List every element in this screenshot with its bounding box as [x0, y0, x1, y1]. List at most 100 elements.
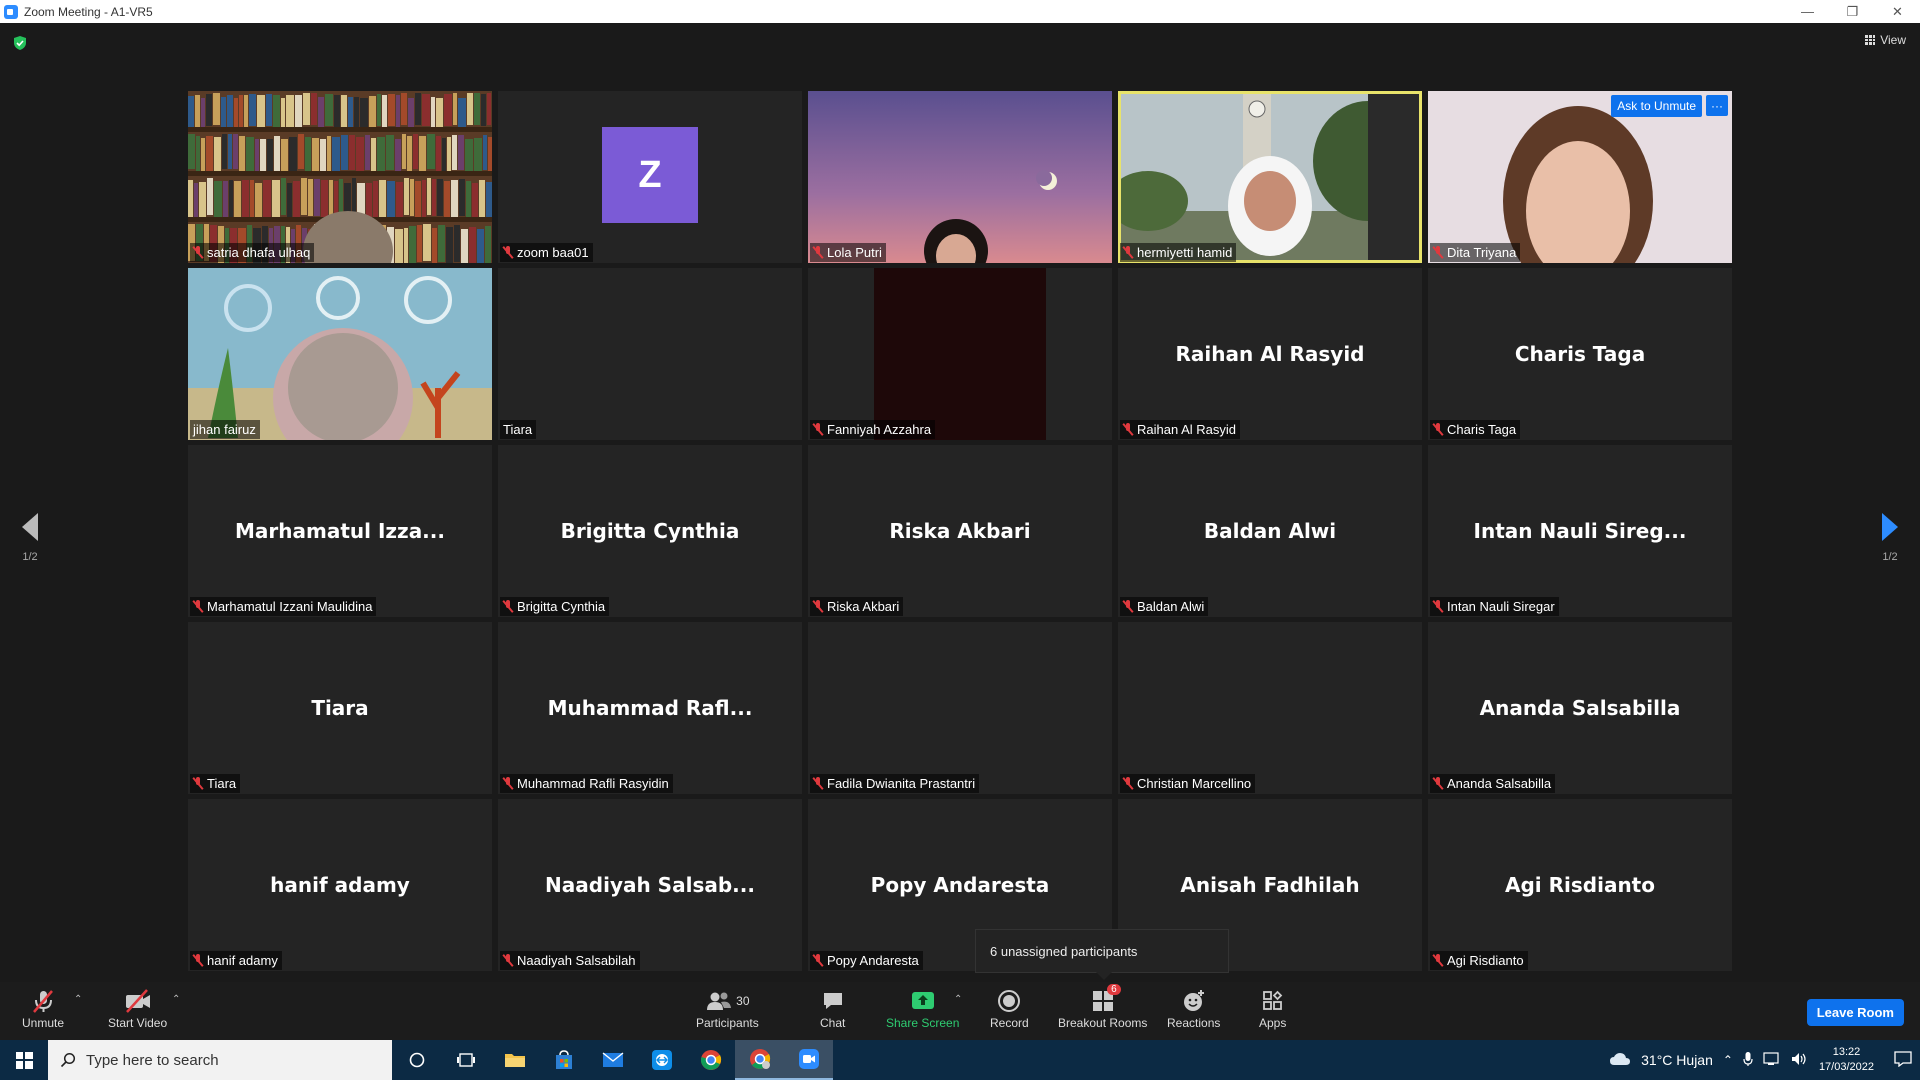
weather-cloud-icon[interactable]	[1609, 1051, 1631, 1069]
participant-tile-active-speaker[interactable]: hermiyetti hamid	[1118, 91, 1422, 263]
book-spine	[201, 98, 205, 130]
participant-tile[interactable]: Marhamatul Izza... Marhamatul Izzani Mau…	[188, 445, 492, 617]
taskbar-search-input[interactable]: Type here to search	[48, 1040, 392, 1080]
apps-button[interactable]: Apps	[1259, 988, 1286, 1030]
participant-tile[interactable]: Riska Akbari Riska Akbari	[808, 445, 1112, 617]
book-spine	[467, 93, 473, 125]
book-spine	[314, 179, 320, 216]
participant-tile[interactable]: Tiara	[498, 268, 802, 440]
notification-icon[interactable]	[1894, 1050, 1912, 1070]
participant-tile[interactable]: Z zoom baa01	[498, 91, 802, 263]
share-options-caret-icon[interactable]: ⌃	[954, 994, 962, 1005]
close-button[interactable]: ✕	[1875, 0, 1920, 23]
record-button[interactable]: Record	[990, 988, 1029, 1030]
book-spine	[195, 95, 200, 127]
book-spine	[485, 226, 491, 263]
participant-tile[interactable]: Ananda Salsabilla Ananda Salsabilla	[1428, 622, 1732, 794]
previous-page-button[interactable]: 1/2	[10, 513, 50, 563]
window-controls: — ❐ ✕	[1785, 0, 1920, 23]
participant-name-label: hermiyetti hamid	[1120, 243, 1237, 262]
participant-tile[interactable]: Charis Taga Charis Taga	[1428, 268, 1732, 440]
share-screen-button[interactable]: Share Screen	[886, 988, 959, 1030]
weather-text[interactable]: 31°C Hujan	[1641, 1052, 1713, 1068]
participant-tile[interactable]: Fadila Dwianita Prastantri	[808, 622, 1112, 794]
book-spine	[281, 139, 288, 174]
book-spine	[196, 136, 200, 171]
participant-tile[interactable]: Agi Risdianto Agi Risdianto	[1428, 799, 1732, 971]
mail-icon[interactable]	[588, 1040, 637, 1080]
book-spine	[349, 135, 355, 170]
participant-tile[interactable]: Muhammad Rafl... Muhammad Rafli Rasyidin	[498, 622, 802, 794]
book-spine	[413, 134, 418, 169]
next-page-button[interactable]: 1/2	[1870, 513, 1910, 563]
book-spine	[233, 134, 238, 169]
breakout-rooms-button[interactable]: 6 Breakout Rooms	[1058, 984, 1147, 1030]
apps-icon	[1262, 988, 1284, 1014]
participant-tile[interactable]: satria dhafa ulhaq	[188, 91, 492, 263]
muted-mic-icon	[193, 600, 203, 613]
participant-tile[interactable]: Fanniyah Azzahra	[808, 268, 1112, 440]
zoom-taskbar-icon[interactable]	[784, 1040, 833, 1080]
participant-tile[interactable]: Baldan Alwi Baldan Alwi	[1118, 445, 1422, 617]
file-explorer-icon[interactable]	[490, 1040, 539, 1080]
book-spine	[246, 137, 254, 172]
book-spine	[452, 135, 457, 170]
participant-tile[interactable]: Naadiyah Salsab... Naadiyah Salsabilah	[498, 799, 802, 971]
participant-tile[interactable]: Tiara Tiara	[188, 622, 492, 794]
grid-view-icon	[1865, 35, 1876, 45]
book-spine	[438, 225, 445, 262]
participant-tile[interactable]: jihan fairuz	[188, 268, 492, 440]
book-spine	[373, 181, 378, 218]
cortana-icon[interactable]	[392, 1040, 441, 1080]
participant-tile[interactable]: Raihan Al Rasyid Raihan Al Rasyid	[1118, 268, 1422, 440]
participant-tile[interactable]: Intan Nauli Sireg... Intan Nauli Siregar	[1428, 445, 1732, 617]
chevron-up-icon[interactable]: ⌃	[1723, 1053, 1733, 1067]
video-options-caret-icon[interactable]: ⌃	[172, 994, 180, 1005]
store-icon[interactable]	[539, 1040, 588, 1080]
unmute-button[interactable]: Unmute	[22, 988, 64, 1030]
muted-mic-icon	[193, 954, 203, 967]
participant-tile[interactable]: hanif adamy hanif adamy	[188, 799, 492, 971]
minimize-button[interactable]: —	[1785, 0, 1830, 23]
book-spine	[281, 98, 285, 130]
outdoor-video	[1118, 91, 1422, 263]
participant-tile[interactable]: Ask to Unmute ··· Dita Triyana	[1428, 91, 1732, 263]
book-spine	[436, 136, 441, 171]
audio-options-caret-icon[interactable]: ⌃	[74, 994, 82, 1005]
book-spine	[458, 135, 464, 170]
book-spine	[417, 225, 422, 262]
start-video-button[interactable]: Start Video	[108, 988, 167, 1030]
participant-tile[interactable]: Brigitta Cynthia Brigitta Cynthia	[498, 445, 802, 617]
reactions-button[interactable]: Reactions	[1167, 988, 1220, 1030]
participant-big-name: Baldan Alwi	[1203, 519, 1337, 543]
book-spine	[334, 95, 340, 127]
book-spine	[437, 179, 443, 216]
ask-to-unmute-button[interactable]: Ask to Unmute	[1611, 95, 1702, 117]
participant-big-name: Intan Nauli Sireg...	[1473, 519, 1687, 543]
book-spine	[255, 139, 259, 174]
participant-tile[interactable]: Christian Marcellino	[1118, 622, 1422, 794]
book-spine	[250, 180, 254, 217]
book-spine	[431, 97, 435, 129]
volume-icon[interactable]	[1791, 1052, 1809, 1069]
teamviewer-icon[interactable]	[637, 1040, 686, 1080]
view-button[interactable]: View	[1865, 33, 1906, 47]
shield-icon[interactable]	[12, 35, 28, 51]
taskbar-clock[interactable]: 13:22 17/03/2022	[1819, 1045, 1874, 1075]
participant-name-label: Baldan Alwi	[1120, 597, 1209, 616]
muted-mic-icon	[503, 954, 513, 967]
book-spine	[422, 180, 426, 217]
book-spine	[466, 181, 471, 218]
participants-button[interactable]: 30 Participants	[696, 988, 759, 1030]
chrome-profile-icon[interactable]	[735, 1040, 784, 1080]
participant-tile[interactable]: Lola Putri	[808, 91, 1112, 263]
task-view-icon[interactable]	[441, 1040, 490, 1080]
microphone-icon[interactable]	[1743, 1051, 1753, 1070]
chrome-icon[interactable]	[686, 1040, 735, 1080]
restore-button[interactable]: ❐	[1830, 0, 1875, 23]
leave-room-button[interactable]: Leave Room	[1806, 999, 1904, 1026]
start-button[interactable]	[0, 1040, 48, 1080]
chat-button[interactable]: Chat	[820, 988, 845, 1030]
more-options-button[interactable]: ···	[1706, 95, 1728, 116]
network-icon[interactable]	[1763, 1051, 1781, 1069]
